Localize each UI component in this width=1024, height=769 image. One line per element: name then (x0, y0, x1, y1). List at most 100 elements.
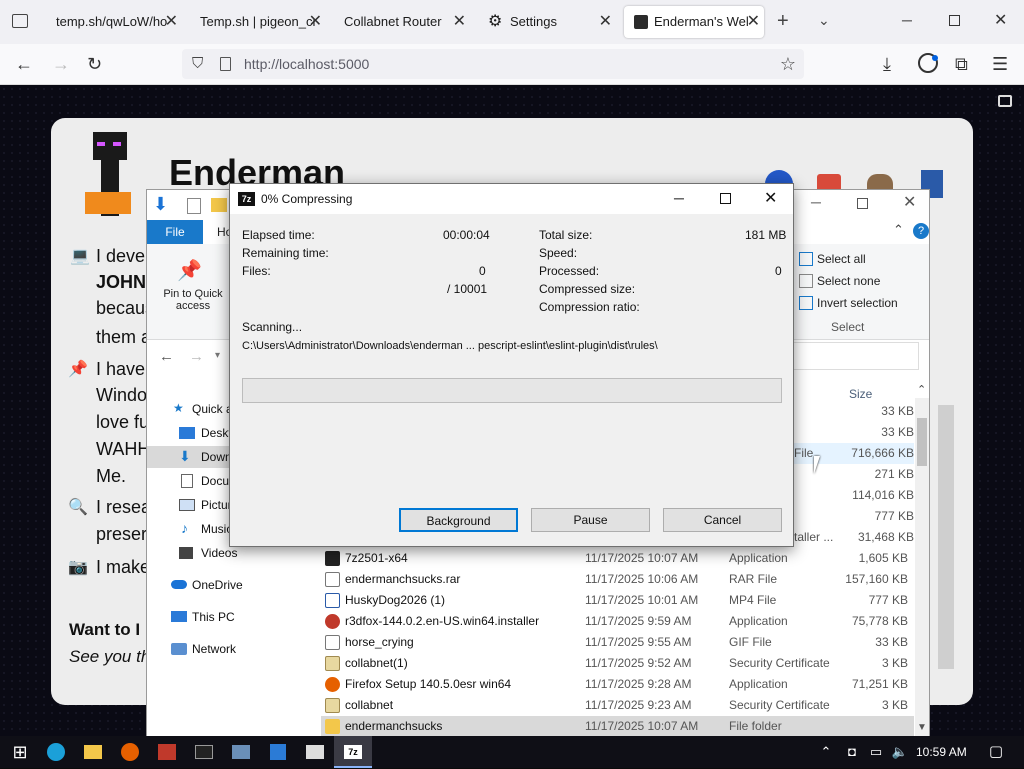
r3dfox-icon (325, 614, 340, 629)
enderman-logo (73, 128, 153, 218)
scroll-down-icon[interactable]: ▼ (917, 722, 927, 733)
nav-onedrive[interactable]: OneDrive (192, 578, 243, 592)
reload-icon[interactable]: ↻ (87, 54, 102, 74)
close-icon[interactable]: ✕ (599, 6, 612, 38)
cancel-button[interactable]: Cancel (663, 508, 782, 532)
tab-tempsh-2[interactable]: Temp.sh | pigeon_cr ✕ (188, 6, 326, 38)
select-all-icon[interactable] (799, 252, 813, 266)
file-row[interactable]: r3dfox-144.0.2.en-US.win64.installer 11/… (321, 611, 914, 632)
select-none-icon[interactable] (799, 274, 813, 288)
list-scrollbar-thumb[interactable] (917, 418, 927, 466)
minimize-icon[interactable]: ─ (902, 12, 912, 28)
maximize-icon[interactable] (857, 198, 868, 209)
pause-button[interactable]: Pause (531, 508, 650, 532)
7zip-taskbar-button[interactable]: 7z (334, 736, 372, 768)
file-row-selected[interactable]: endermanchsucks 11/17/2025 10:07 AM File… (321, 716, 914, 737)
bookmark-star-icon[interactable]: ☆ (780, 49, 796, 79)
download-icon[interactable]: ⤓ (883, 54, 891, 74)
recent-chevron-icon[interactable]: ▾ (215, 350, 220, 361)
back-icon[interactable]: ← (15, 54, 33, 74)
partial-row[interactable]: 271 KB (794, 464, 914, 485)
file-row[interactable]: endermanchsucks.rar 11/17/2025 10:06 AM … (321, 569, 914, 590)
sort-chevron-icon[interactable]: ⌃ (917, 383, 926, 396)
vscode-icon[interactable] (264, 740, 292, 764)
partial-row[interactable]: 777 KB (794, 506, 914, 527)
close-icon[interactable]: ✕ (747, 6, 760, 38)
notification-icon[interactable]: ▢ (982, 740, 1010, 764)
chevron-up-icon[interactable]: ⌃ (893, 222, 904, 238)
chevron-down-icon[interactable]: ⌄ (818, 12, 830, 29)
nav-pictures[interactable]: Pictur (201, 498, 232, 512)
pin-icon[interactable]: 📌 (177, 258, 202, 283)
invert-selection-button[interactable]: Invert selection (817, 296, 898, 310)
tab-collabnet[interactable]: Collabnet Router ✕ (332, 6, 470, 38)
forward-icon[interactable]: → (189, 348, 204, 365)
cmd-icon[interactable] (190, 740, 218, 764)
menu-icon[interactable]: ☰ (992, 54, 1008, 74)
partial-row-hover[interactable]: File 716,666 KB (794, 443, 914, 464)
overlay-icon[interactable] (998, 95, 1012, 107)
page-scrollbar[interactable] (938, 405, 954, 669)
forward-icon[interactable]: → (52, 54, 70, 74)
restore-icon[interactable] (949, 15, 960, 26)
nav-music[interactable]: Music (201, 522, 232, 536)
nav-videos[interactable]: Videos (201, 546, 237, 560)
chevron-up-icon[interactable]: ⌃ (812, 740, 840, 764)
tab-settings[interactable]: ⚙ Settings ✕ (476, 6, 616, 38)
image-viewer-icon[interactable] (227, 740, 255, 764)
nav-downloads[interactable]: Down (201, 450, 232, 464)
close-icon[interactable]: ✕ (309, 6, 322, 38)
pin-quick-access-button[interactable]: Pin to Quick access (153, 288, 233, 312)
invert-selection-icon[interactable] (799, 296, 813, 310)
address-bar[interactable]: ⛉ http://localhost:5000 ☆ (182, 49, 804, 79)
file-row[interactable]: horse_crying 11/17/2025 9:55 AM GIF File… (321, 632, 914, 653)
partial-row[interactable]: 33 KB (794, 401, 914, 422)
nav-network[interactable]: Network (192, 642, 236, 656)
nav-quick-access[interactable]: Quick a (192, 402, 233, 416)
clock[interactable]: 10:59 AM (916, 745, 967, 759)
nav-documents[interactable]: Docu (201, 474, 229, 488)
nav-desktop[interactable]: Deskt (201, 426, 232, 440)
file-row[interactable]: collabnet 11/17/2025 9:23 AM Security Ce… (321, 695, 914, 716)
maximize-icon[interactable] (720, 193, 731, 204)
close-icon[interactable]: ✕ (903, 192, 916, 212)
properties-icon[interactable] (187, 198, 201, 214)
file-tab[interactable]: File (147, 220, 203, 244)
file-row[interactable]: 7z2501-x64 11/17/2025 10:07 AM Applicati… (321, 548, 914, 569)
close-window-icon[interactable]: ✕ (994, 10, 1007, 30)
back-icon[interactable]: ← (159, 348, 174, 365)
edge-icon[interactable] (42, 740, 70, 764)
start-icon[interactable]: ⊞ (6, 740, 34, 764)
background-button[interactable]: Background (399, 508, 518, 532)
search-box[interactable] (791, 342, 919, 370)
partial-row[interactable]: 114,016 KB (794, 485, 914, 506)
tab-enderman[interactable]: Enderman's Wel ✕ (624, 6, 764, 38)
minimize-icon[interactable]: ─ (674, 190, 684, 206)
clapper-icon[interactable] (301, 740, 329, 764)
tab-tempsh-1[interactable]: temp.sh/qwLoW/ho ✕ (44, 6, 182, 38)
nav-this-pc[interactable]: This PC (192, 610, 235, 624)
file-row[interactable]: HuskyDog2026 (1) 11/17/2025 10:01 AM MP4… (321, 590, 914, 611)
file-explorer-icon[interactable] (79, 740, 107, 764)
close-icon[interactable]: ✕ (453, 6, 466, 38)
select-all-button[interactable]: Select all (817, 252, 866, 266)
firefox-icon[interactable] (116, 740, 144, 764)
minimize-icon[interactable]: ─ (811, 194, 821, 210)
select-none-button[interactable]: Select none (817, 274, 880, 288)
tab-list-icon[interactable] (12, 14, 28, 28)
partial-row[interactable]: taller ... 31,468 KB (794, 527, 914, 548)
videos-icon (179, 547, 193, 559)
extensions-icon[interactable]: ⧉ (955, 54, 968, 74)
folder-icon[interactable] (211, 198, 227, 212)
volume-icon[interactable]: 🔈 (886, 740, 914, 764)
partial-row[interactable]: 33 KB (794, 422, 914, 443)
size-column-header[interactable]: Size (849, 387, 872, 401)
r3dfox-icon[interactable] (153, 740, 181, 764)
elapsed-value: 00:00:04 (443, 228, 490, 242)
file-row[interactable]: collabnet(1) 11/17/2025 9:52 AM Security… (321, 653, 914, 674)
close-icon[interactable]: ✕ (764, 188, 777, 208)
close-icon[interactable]: ✕ (165, 6, 178, 38)
new-tab-button[interactable]: + (777, 10, 789, 33)
help-icon[interactable]: ? (913, 223, 929, 239)
file-row[interactable]: Firefox Setup 140.5.0esr win64 11/17/202… (321, 674, 914, 695)
